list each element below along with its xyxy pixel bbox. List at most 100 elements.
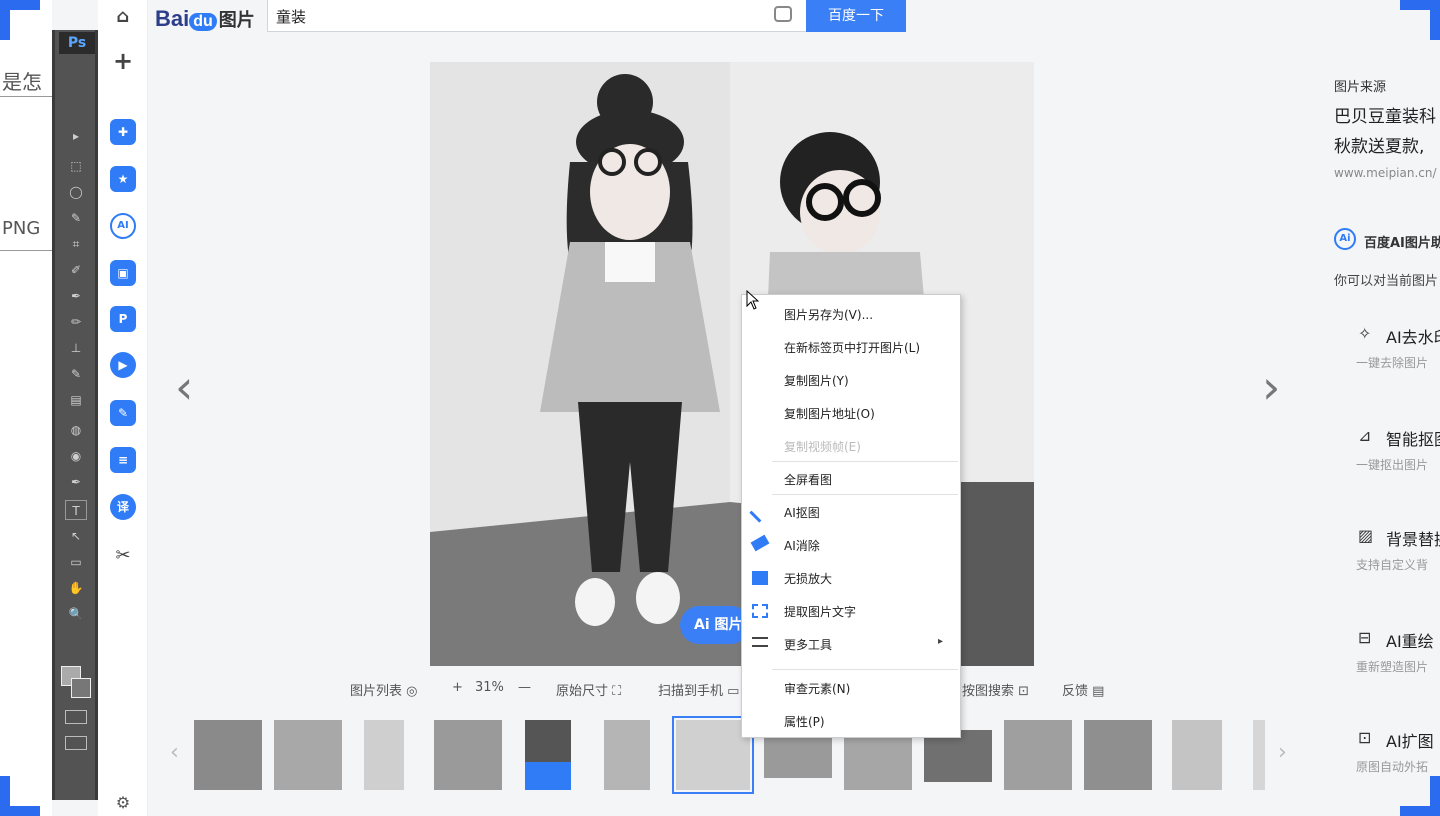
tool-ai-redraw[interactable]: AI重绘 [1386,628,1434,652]
menu-item-properties[interactable]: 属性(P) [784,713,825,730]
lasso-tool-icon[interactable]: ◯ [65,182,87,202]
source-title-line1[interactable]: 巴贝豆童装科 [1334,102,1436,127]
zoom-tool-icon[interactable]: 🔍 [65,604,87,624]
next-image-arrow[interactable]: › [1262,360,1280,414]
thumbnail[interactable] [1084,720,1152,790]
ai-pdf-icon[interactable]: P [110,306,136,332]
menu-separator [772,669,958,670]
eraser-icon [750,534,770,552]
menu-item-copy-image[interactable]: 复制图片(Y) [784,372,849,389]
star-icon[interactable]: ★ [110,166,136,192]
thumbnail-selected[interactable] [672,716,754,794]
stamp-tool-icon[interactable]: ⊥ [65,338,87,358]
ai-image-button[interactable]: Ai 图片 [680,606,750,644]
thumbnail[interactable] [274,720,342,790]
thumbnail[interactable] [364,720,404,790]
gradient-tool-icon[interactable]: ◍ [65,420,87,440]
ai-video-icon[interactable]: ▶ [110,352,136,378]
side-navigation: ⌂ + ✚ ★ AI ▣ P ▶ ✎ ≡ 译 ✂ ⚙ [98,0,148,816]
menu-separator [772,461,958,462]
zoom-in-button[interactable]: + [452,680,463,695]
menu-item-copy-image-address[interactable]: 复制图片地址(O) [784,405,875,422]
menu-item-lossless-upscale[interactable]: 无损放大 [784,570,832,587]
doc-divider [0,250,52,251]
tool-smart-cutout[interactable]: 智能抠图 [1386,426,1440,450]
ai-redraw-icon: ⊟ [1358,628,1372,647]
history-brush-tool-icon[interactable]: ✎ [65,364,87,384]
settings-icon[interactable]: ⚙ [110,790,136,816]
thumbnail[interactable] [1004,720,1072,790]
move-tool-icon[interactable]: ▸ [65,126,87,146]
puzzle-icon[interactable]: ✚ [110,119,136,145]
previous-image-arrow[interactable]: ‹ [175,360,193,414]
search-input[interactable]: 童装 [276,6,306,27]
scan-to-phone-button[interactable]: 扫描到手机 ▭ [658,680,739,699]
marquee-tool-icon[interactable]: ⬚ [65,156,87,176]
background-replace-icon: ▨ [1358,526,1374,545]
thumbnail[interactable] [434,720,502,790]
ai-doc-icon[interactable]: ≡ [110,447,136,473]
menu-item-inspect[interactable]: 审查元素(N) [784,680,850,697]
menu-item-open-image-new-tab[interactable]: 在新标签页中打开图片(L) [784,339,920,356]
thumbnail[interactable] [525,720,571,790]
submenu-arrow-icon: ▸ [938,636,944,647]
tool-ai-expand[interactable]: AI扩图 [1386,728,1434,752]
ai-edit-icon[interactable]: ✎ [110,400,136,426]
brush-tool-icon[interactable]: ✏ [65,312,87,332]
background-document: 是怎 PNG [0,0,52,816]
feedback-button[interactable]: 反馈 ▤ [1062,680,1104,699]
shape-tool-icon[interactable]: ▭ [65,552,87,572]
type-tool-icon[interactable]: T [65,500,87,520]
eraser-tool-icon[interactable]: ▤ [65,390,87,410]
tool-ai-remove-watermark[interactable]: AI去水印 [1386,324,1440,348]
logo-text: Bai [155,6,190,31]
menu-item-more-tools[interactable]: 更多工具 [784,636,832,653]
thumbnail[interactable] [194,720,262,790]
quick-select-tool-icon[interactable]: ✎ [65,208,87,228]
ai-icon[interactable]: AI [110,213,136,239]
translate-icon[interactable]: 译 [110,494,136,520]
thumbnail[interactable] [604,720,650,790]
source-url[interactable]: www.meipian.cn/ [1334,166,1437,180]
ai-assistant-icon: Ai [1334,228,1356,250]
image-list-button[interactable]: 图片列表 ◎ [350,680,417,699]
thumbs-prev-arrow[interactable]: ‹ [170,740,179,765]
search-by-image-button[interactable]: 按图搜索 ⊡ [962,680,1029,699]
plus-icon[interactable]: + [110,48,136,74]
menu-item-fullscreen[interactable]: 全屏看图 [784,471,832,488]
quick-mask-icon[interactable] [65,710,87,724]
crop-tool-icon[interactable]: ⌗ [65,234,87,254]
baidu-image-logo[interactable]: Bai du 图片 [155,6,255,32]
zoom-level: 31% [475,680,504,695]
thumbnail[interactable] [1253,720,1265,790]
ai-assistant-desc: 你可以对当前图片 [1334,274,1439,289]
scissors-icon[interactable]: ✂ [110,543,136,569]
original-size-button[interactable]: 原始尺寸 ⛶ [556,680,621,699]
hand-tool-icon[interactable]: ✋ [65,578,87,598]
menu-item-ai-cutout[interactable]: AI抠图 [784,504,820,521]
search-button[interactable]: 百度一下 [806,0,906,32]
menu-item-save-image-as[interactable]: 图片另存为(V)... [784,306,873,323]
source-title-line2[interactable]: 秋款送夏款, [1334,132,1424,157]
search-box[interactable]: 童装 [267,0,807,32]
menu-item-ai-erase[interactable]: AI消除 [784,537,820,554]
healing-tool-icon[interactable]: ✒ [65,286,87,306]
path-select-tool-icon[interactable]: ↖ [65,526,87,546]
pen-tool-icon[interactable]: ✒ [65,472,87,492]
capture-corner [0,806,40,816]
thumbs-next-arrow[interactable]: › [1278,740,1287,765]
screen-mode-icon[interactable] [65,736,87,750]
background-color-swatch[interactable] [71,678,91,698]
tool-background-replace[interactable]: 背景替换 [1386,526,1440,550]
menu-item-extract-text[interactable]: 提取图片文字 [784,603,856,620]
blur-tool-icon[interactable]: ◉ [65,446,87,466]
zoom-out-button[interactable]: — [518,680,531,695]
tool-desc: 重新塑造图片 [1356,660,1429,674]
ai-image-icon[interactable]: ▣ [110,260,136,286]
thumbnail[interactable] [1172,720,1222,790]
eyedropper-tool-icon[interactable]: ✐ [65,260,87,280]
camera-icon[interactable] [774,6,792,22]
home-icon[interactable]: ⌂ [110,4,136,30]
upscale-icon [752,571,768,585]
ai-expand-icon: ⊡ [1358,728,1372,747]
